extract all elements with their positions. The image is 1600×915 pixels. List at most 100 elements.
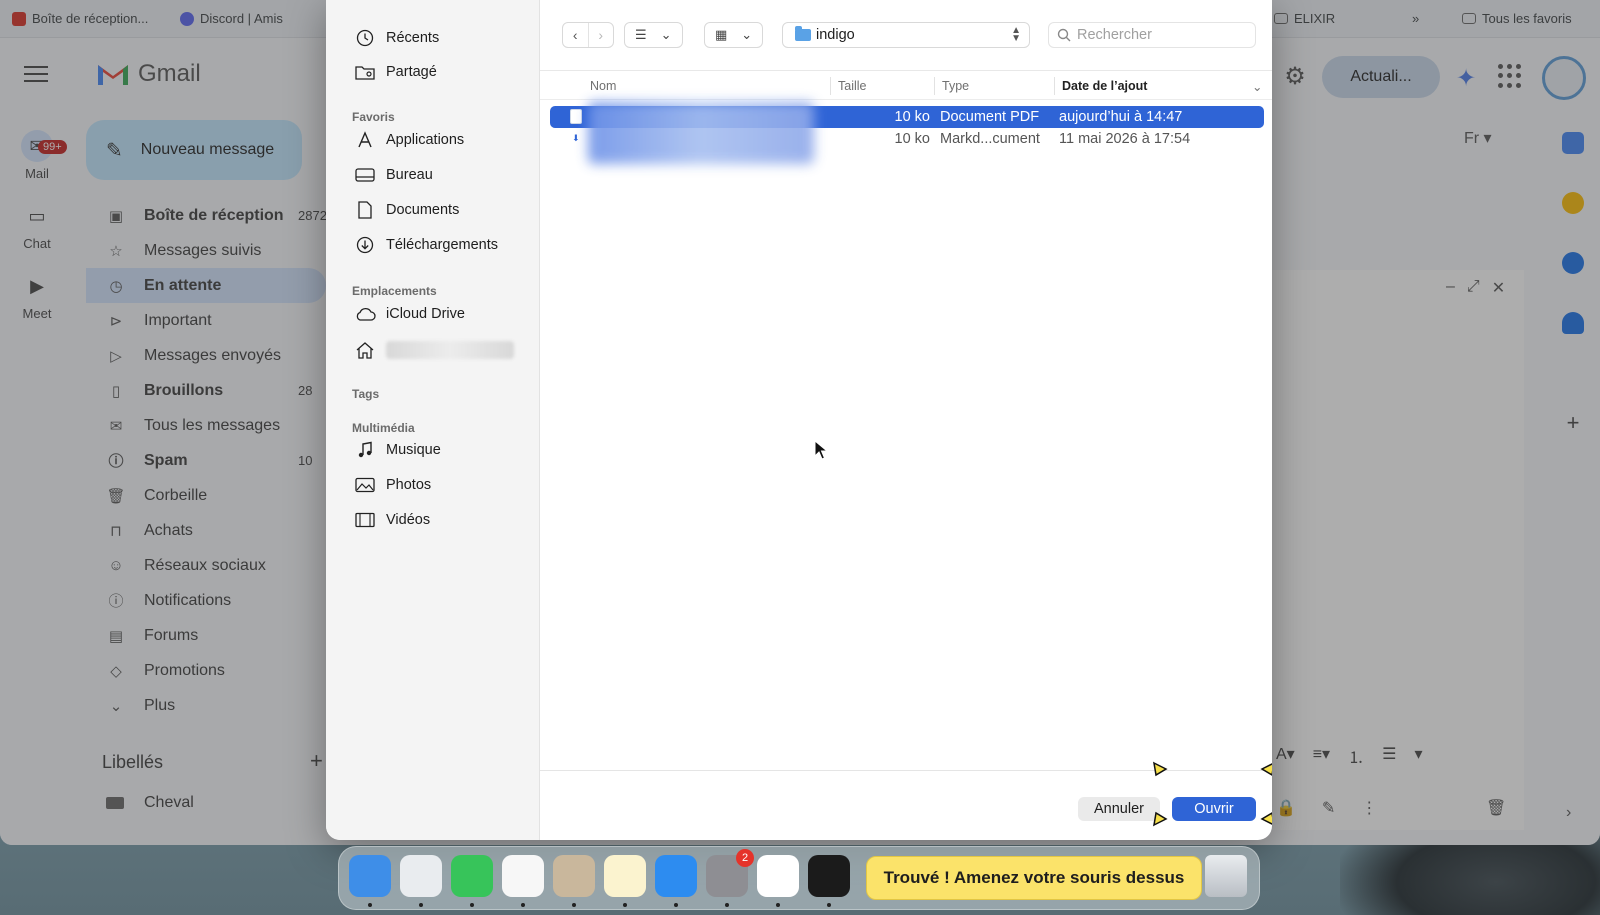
language-button[interactable]: Fr ▾ — [1464, 128, 1492, 148]
sidebar-item-photos[interactable]: Photos — [354, 475, 431, 495]
rail-mail[interactable]: ✉ 99+ Mail — [0, 130, 74, 181]
nav-starred[interactable]: ☆ Messages suivis — [86, 233, 326, 268]
gmail-favicon-icon — [12, 11, 26, 26]
clock-icon — [354, 28, 376, 48]
nav-notifications[interactable]: ⓘ Notifications — [86, 583, 326, 618]
chevron-down-icon: ⌄ — [741, 27, 753, 42]
dock-app-terminal-icon[interactable] — [808, 855, 850, 897]
sidebar-item-applications[interactable]: Applications — [354, 130, 464, 150]
dock-app-notes-icon[interactable] — [604, 855, 646, 897]
column-size[interactable]: Taille — [838, 79, 867, 93]
sidebar-item-home[interactable] — [354, 340, 514, 360]
desktop-icon — [354, 165, 376, 185]
close-icon[interactable]: ✕ — [1492, 278, 1505, 298]
discard-draft-icon[interactable]: 🗑 — [1486, 798, 1506, 818]
sidebar-item-icloud[interactable]: iCloud Drive — [354, 304, 465, 324]
dock-app-finder-icon[interactable] — [349, 855, 391, 897]
hint-toast: Trouvé ! Amenez votre souris dessus — [866, 856, 1202, 900]
update-button[interactable]: Actuali... — [1322, 56, 1440, 98]
nav-sent[interactable]: ▷ Messages envoyés — [86, 338, 326, 373]
mail-nav: ▣ Boîte de réception 2872 ☆ Messages suivis… — [86, 198, 327, 723]
tasks-icon[interactable] — [1562, 252, 1584, 274]
compose-button[interactable]: ✎ Nouveau message — [86, 120, 302, 180]
dock-app-chrome-icon[interactable] — [757, 855, 799, 897]
settings-gear-icon[interactable]: ⚙ — [1282, 64, 1308, 90]
search-field[interactable]: Rechercher — [1048, 22, 1256, 48]
rail-meet[interactable]: ▶ Meet — [0, 270, 74, 321]
bookmarks-overflow[interactable]: » — [1412, 11, 1419, 26]
column-type[interactable]: Type — [942, 79, 969, 93]
sidebar-item-shared[interactable]: Partagé — [354, 62, 437, 82]
add-addon-icon[interactable]: + — [1562, 412, 1584, 434]
text-color-icon[interactable]: A▾ — [1276, 744, 1295, 768]
dock-app-messages-icon[interactable] — [451, 855, 493, 897]
nav-promotions[interactable]: ◇ Promotions — [86, 653, 326, 688]
chevron-down-icon: ⌄ — [109, 697, 123, 715]
format-toolbar: A▾ ≡▾ ⒈ ☰ ▾ — [1276, 744, 1422, 768]
more-format-icon[interactable]: ▾ — [1414, 744, 1422, 768]
cancel-button[interactable]: Annuler — [1078, 797, 1160, 821]
group-view-menu[interactable]: ▦ ⌄ — [704, 22, 764, 48]
column-name[interactable]: Nom — [590, 79, 616, 93]
account-avatar[interactable] — [1542, 56, 1586, 100]
nav-snoozed[interactable]: ◷ En attente — [86, 268, 326, 303]
dock-app-launchpad-icon[interactable] — [400, 855, 442, 897]
back-chevron-icon[interactable]: ‹ — [563, 23, 588, 47]
sidebar-item-videos[interactable]: Vidéos — [354, 510, 430, 530]
numbered-list-icon[interactable]: ⒈ — [1348, 744, 1364, 768]
google-apps-icon[interactable] — [1498, 64, 1522, 88]
label-item[interactable]: Cheval — [106, 794, 194, 812]
column-date-added[interactable]: Date de l’ajout — [1062, 79, 1147, 93]
nav-trash[interactable]: 🗑 Corbeille — [86, 478, 326, 513]
lock-icon[interactable]: 🔒 — [1276, 798, 1296, 818]
main-menu-icon[interactable] — [24, 66, 48, 84]
sidebar-item-desktop[interactable]: Bureau — [354, 165, 433, 185]
gemini-sparkle-icon[interactable]: ✦ — [1456, 64, 1476, 93]
nav-all-mail[interactable]: ✉ Tous les messages — [86, 408, 326, 443]
sort-chevron-icon[interactable]: ⌄ — [1252, 79, 1262, 94]
dock-app-photos-icon[interactable] — [502, 855, 544, 897]
signature-pen-icon[interactable]: ✎ — [1322, 798, 1335, 818]
nav-drafts[interactable]: ▯ Brouillons 28 — [86, 373, 326, 408]
bookmark-discord[interactable]: Discord | Amis — [180, 11, 283, 26]
add-label-icon[interactable]: + — [310, 748, 323, 774]
bookmark-gmail[interactable]: Boîte de réception... — [12, 11, 148, 26]
nav-forums[interactable]: ▤ Forums — [86, 618, 326, 653]
dock-running-indicator — [623, 903, 627, 907]
sidebar-item-recents[interactable]: Récents — [354, 28, 439, 48]
bookmark-all-favorites[interactable]: Tous les favoris — [1462, 11, 1572, 26]
nav-purchases[interactable]: ⊓ Achats — [86, 513, 326, 548]
media-heading: Multimédia — [352, 421, 415, 435]
nav-important[interactable]: ⊳ Important — [86, 303, 326, 338]
gmail-logo[interactable]: Gmail — [96, 60, 201, 88]
nav-more[interactable]: ⌄ Plus — [86, 688, 326, 723]
document-icon — [354, 200, 376, 220]
dock-trash-icon[interactable] — [1205, 855, 1247, 897]
bookmark-elixir[interactable]: ELIXIR — [1274, 11, 1335, 26]
rail-chat[interactable]: ▭ Chat — [0, 200, 74, 251]
dock-app-app-store-icon[interactable] — [655, 855, 697, 897]
nav-inbox[interactable]: ▣ Boîte de réception 2872 — [86, 198, 327, 233]
label-tag-icon — [106, 797, 124, 809]
more-options-icon[interactable]: ⋮ — [1361, 798, 1377, 818]
path-popup[interactable]: indigo ▲ ▼ — [782, 22, 1030, 48]
nav-social[interactable]: ☺ Réseaux sociaux — [86, 548, 326, 583]
dialog-toolbar: ‹ › ☰ ⌄ ▦ ⌄ indigo ▲ ▼ Rechercher — [540, 0, 1272, 70]
nav-spam[interactable]: ⓘ Spam 10 — [86, 443, 326, 478]
home-icon — [354, 340, 376, 360]
sidebar-item-documents[interactable]: Documents — [354, 200, 459, 220]
keep-icon[interactable] — [1562, 192, 1584, 214]
forward-chevron-icon[interactable]: › — [587, 23, 614, 47]
align-icon[interactable]: ≡▾ — [1313, 744, 1330, 768]
bullet-list-icon[interactable]: ☰ — [1382, 744, 1396, 768]
sidebar-item-music[interactable]: Musique — [354, 440, 441, 460]
dock-app-contacts-icon[interactable] — [553, 855, 595, 897]
contacts-icon[interactable] — [1562, 312, 1584, 334]
minimize-icon[interactable]: – — [1446, 278, 1455, 298]
expand-icon[interactable]: ⤢ — [1467, 278, 1480, 298]
dock-running-indicator — [419, 903, 423, 907]
sidebar-item-downloads[interactable]: Téléchargements — [354, 235, 498, 255]
important-icon: ⊳ — [109, 312, 123, 330]
calendar-icon[interactable] — [1562, 132, 1584, 154]
list-view-menu[interactable]: ☰ ⌄ — [624, 22, 683, 48]
